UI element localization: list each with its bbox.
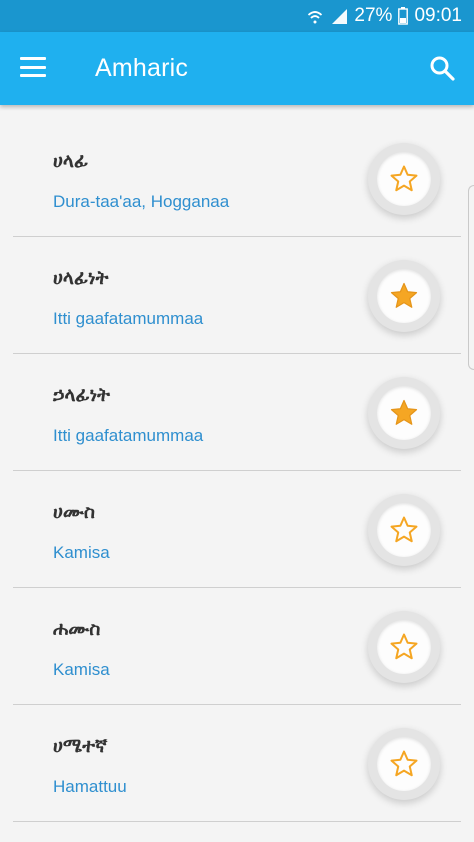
search-button[interactable] bbox=[422, 48, 462, 88]
menu-icon bbox=[20, 57, 46, 77]
meaning-label: Itti gaafatamummaa bbox=[53, 426, 204, 445]
list-item[interactable]: ሐሙስ Kamisa bbox=[0, 588, 474, 705]
favorite-button[interactable] bbox=[368, 728, 440, 800]
favorite-button[interactable] bbox=[368, 260, 440, 332]
list-item[interactable]: ሀላፊ Dura-taa'aa, Hogganaa bbox=[0, 120, 474, 237]
star-icon bbox=[390, 282, 418, 308]
wifi-icon bbox=[306, 7, 324, 25]
star-icon bbox=[390, 165, 418, 192]
scroll-indicator[interactable] bbox=[468, 185, 474, 370]
star-icon bbox=[390, 633, 418, 660]
search-icon bbox=[430, 56, 455, 81]
word-label: ሀላፊነት bbox=[53, 267, 109, 289]
divider bbox=[13, 821, 461, 822]
star-icon bbox=[390, 516, 418, 543]
list-item[interactable]: ሀሜተኛ Hamattuu bbox=[0, 705, 474, 822]
meaning-label: Kamisa bbox=[53, 660, 110, 679]
list-item[interactable]: ሀላፊነት Itti gaafatamummaa bbox=[0, 237, 474, 354]
word-label: ሀላፊ bbox=[53, 150, 89, 172]
battery-icon bbox=[398, 7, 409, 25]
signal-icon bbox=[330, 7, 348, 25]
clock: 09:01 bbox=[414, 5, 462, 26]
favorite-button[interactable] bbox=[368, 143, 440, 215]
meaning-label: Dura-taa'aa, Hogganaa bbox=[53, 192, 230, 211]
favorite-button[interactable] bbox=[368, 494, 440, 566]
meaning-label: Hamattuu bbox=[53, 777, 127, 796]
star-icon bbox=[390, 399, 418, 425]
favorite-button[interactable] bbox=[368, 377, 440, 449]
word-label: ሀሜተኛ bbox=[53, 735, 108, 757]
app-bar: Amharic bbox=[0, 32, 474, 105]
star-icon bbox=[390, 750, 418, 777]
word-label: ሐሙስ bbox=[53, 618, 101, 640]
page-title: Amharic bbox=[95, 54, 189, 82]
list-item[interactable]: ሀሙስ Kamisa bbox=[0, 471, 474, 588]
status-bar: 27% 09:01 bbox=[0, 0, 474, 32]
word-label: ኃላፊነት bbox=[53, 384, 110, 406]
favorite-button[interactable] bbox=[368, 611, 440, 683]
meaning-label: Kamisa bbox=[53, 543, 110, 562]
meaning-label: Itti gaafatamummaa bbox=[53, 309, 204, 328]
list-item[interactable]: ኃላፊነት Itti gaafatamummaa bbox=[0, 354, 474, 471]
battery-percent: 27% bbox=[354, 5, 393, 26]
menu-button[interactable] bbox=[12, 46, 54, 88]
word-list: ሀላፊ Dura-taa'aa, Hogganaa ሀላፊነት Itti gaa… bbox=[0, 120, 474, 822]
word-label: ሀሙስ bbox=[53, 501, 96, 523]
